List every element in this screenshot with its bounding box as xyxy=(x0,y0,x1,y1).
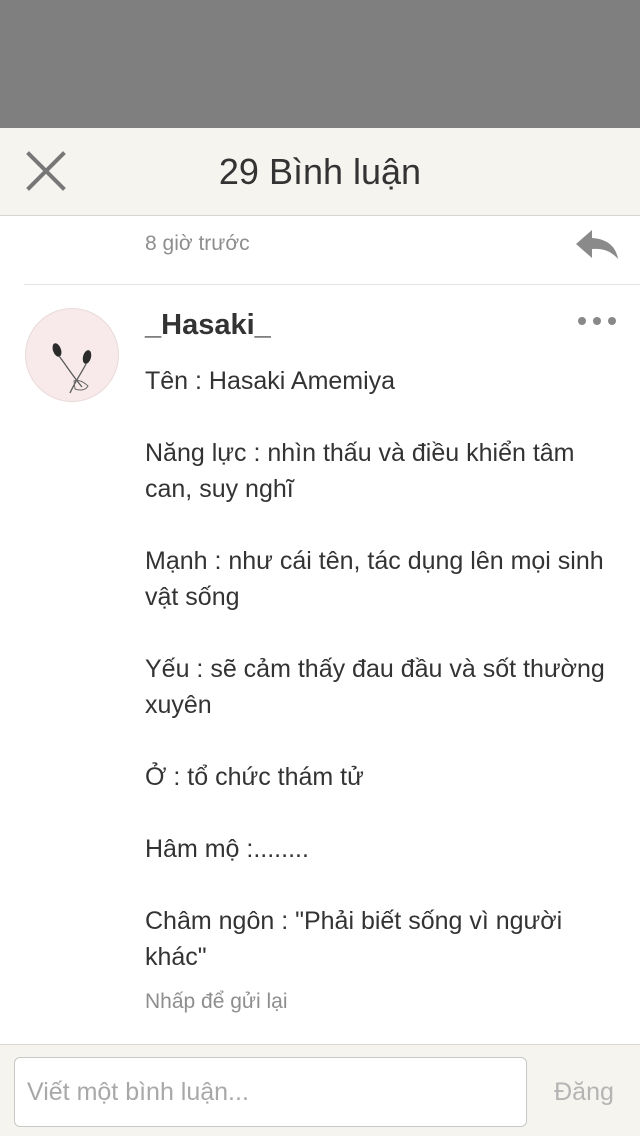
comment-line-location: Ở : tổ chức thám tử xyxy=(145,763,364,791)
more-dots-icon xyxy=(578,317,616,325)
reply-button[interactable] xyxy=(574,228,620,262)
retry-send-link[interactable]: Nhấp để gửi lại xyxy=(145,990,287,1014)
avatar[interactable] xyxy=(25,308,119,402)
comment-timestamp: 8 giờ trước xyxy=(145,232,250,255)
earphones-avatar-icon xyxy=(52,343,92,394)
comment-divider xyxy=(24,284,640,285)
comment-body: Tên : Hasaki Amemiya Năng lực : nhìn thấ… xyxy=(145,363,625,1011)
comment-line-fans: Hâm mộ :........ xyxy=(145,835,309,863)
comment-line-motto: Châm ngôn : "Phải biết sống vì người khá… xyxy=(145,907,563,971)
comment-line-weakness: Yếu : sẽ cảm thấy đau đầu và sốt thường … xyxy=(145,655,605,719)
background-overlay[interactable] xyxy=(0,0,640,128)
previous-comment-footer: 8 giờ trước xyxy=(0,216,640,285)
comments-sheet: 29 Bình luận 8 giờ trước _Hasaki_ Tên : … xyxy=(0,128,640,1136)
post-button[interactable]: Đăng xyxy=(540,1057,628,1127)
more-options-button[interactable] xyxy=(574,310,620,332)
close-icon xyxy=(26,151,66,191)
comment-line-name: Tên : Hasaki Amemiya xyxy=(145,367,396,395)
comment-composer: Đăng xyxy=(0,1044,640,1136)
comment-line-ability: Năng lực : nhìn thấu và điều khiển tâm c… xyxy=(145,439,575,503)
comments-header: 29 Bình luận xyxy=(0,128,640,216)
close-button[interactable] xyxy=(20,148,72,196)
reply-icon xyxy=(576,230,618,259)
page-title: 29 Bình luận xyxy=(218,151,422,192)
comment-author[interactable]: _Hasaki_ xyxy=(145,309,271,342)
comment-line-strength: Mạnh : như cái tên, tác dụng lên mọi sin… xyxy=(145,547,604,611)
comment-input[interactable] xyxy=(14,1057,527,1127)
